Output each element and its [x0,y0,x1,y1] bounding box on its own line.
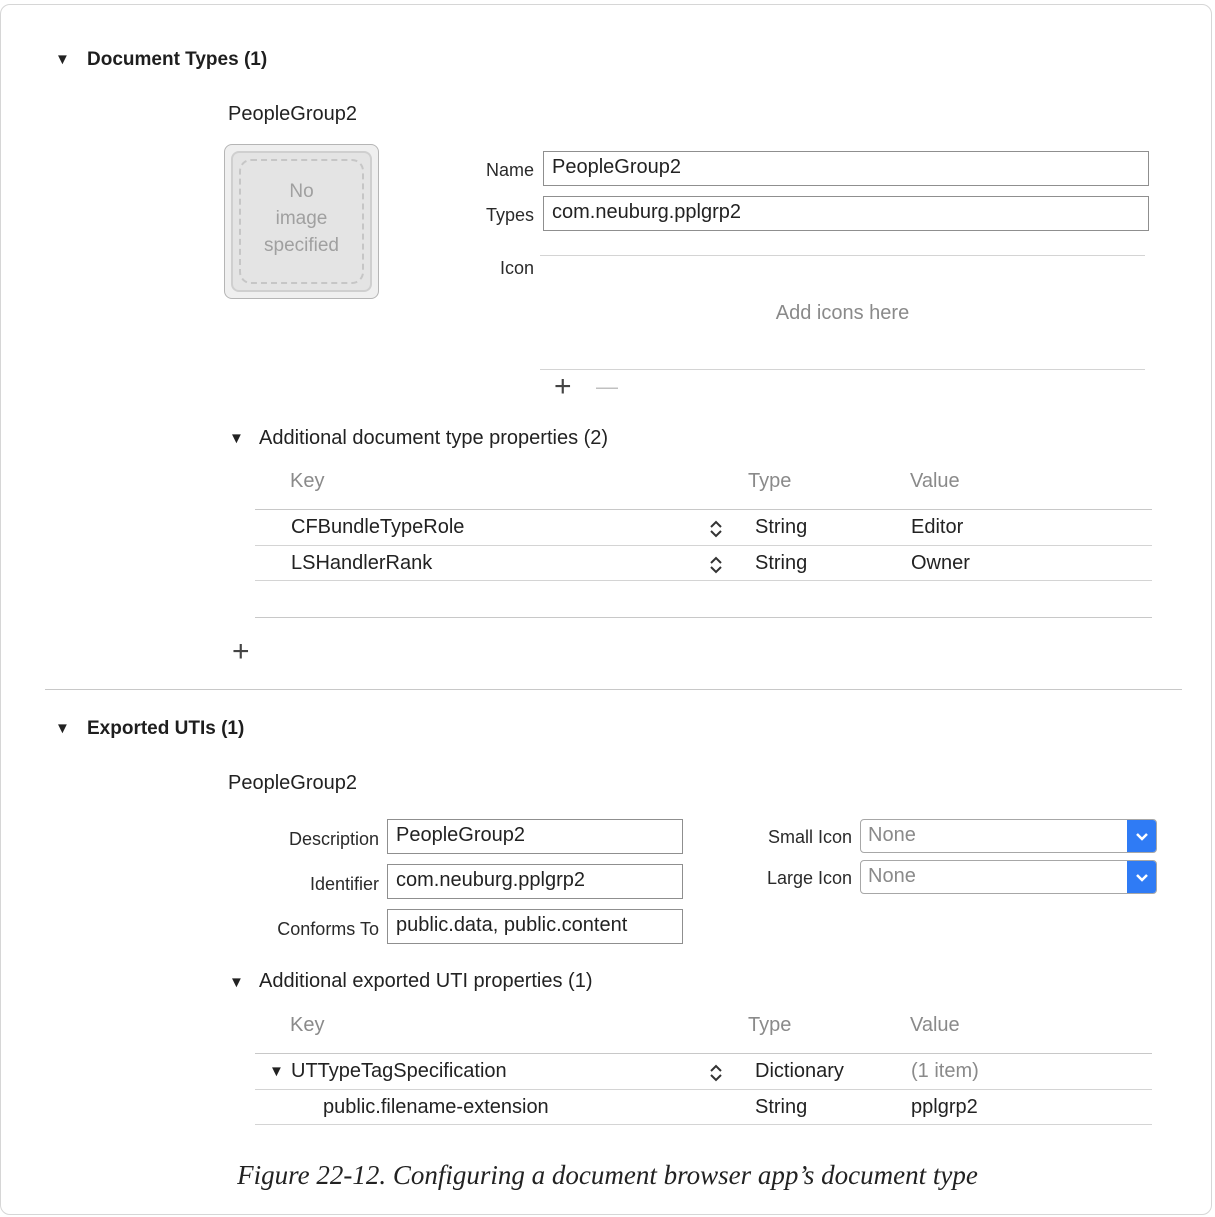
chevron-down-icon[interactable] [1127,861,1156,893]
add-icon-button[interactable]: + [554,370,572,404]
icon-area-top-divider [540,255,1145,256]
table-row[interactable]: public.filename-extension String pplgrp2 [255,1090,1152,1124]
value-column-header[interactable]: Value [910,470,960,493]
large-icon-selected-value: None [868,865,916,887]
name-field[interactable]: PeopleGroup2 [543,151,1149,186]
row-value: pplgrp2 [911,1096,978,1118]
additional-uti-properties-header[interactable]: Additional exported UTI properties (1) [259,970,593,993]
disclosure-triangle-icon[interactable]: ▼ [229,430,244,447]
identifier-field[interactable]: com.neuburg.pplgrp2 [387,864,683,899]
key-column-header[interactable]: Key [290,470,324,493]
key-column-header[interactable]: Key [290,1014,324,1037]
row-type: String [755,1096,808,1118]
row-value: (1 item) [911,1060,979,1082]
icon-label: Icon [499,258,534,278]
no-image-placeholder: No image specified [225,178,378,259]
row-key: public.filename-extension [323,1096,549,1118]
table-row[interactable]: LSHandlerRank String Owner [255,546,1152,580]
type-column-header[interactable]: Type [748,470,791,493]
row-key: CFBundleTypeRole [291,516,465,538]
remove-icon-button[interactable]: — [596,374,618,400]
section-separator [45,689,1182,690]
disclosure-triangle-icon[interactable]: ▼ [55,51,70,68]
table-row[interactable]: ▼ UTTypeTagSpecification Dictionary (1 i… [255,1054,1152,1089]
identifier-label: Identifier [309,874,379,894]
small-icon-selected-value: None [868,824,916,846]
exported-uti-title: PeopleGroup2 [228,772,357,794]
name-label: Name [485,160,534,180]
description-field[interactable]: PeopleGroup2 [387,819,683,854]
row-type: String [755,552,808,574]
large-icon-select[interactable]: None [860,860,1157,894]
figure-caption: Figure 22-12. Configuring a document bro… [237,1160,978,1190]
row-type: String [755,516,808,538]
types-label: Types [485,205,534,225]
row-divider [255,580,1152,581]
additional-doc-properties-header[interactable]: Additional document type properties (2) [259,427,608,450]
placeholder-line: No [289,181,314,202]
type-stepper-icon[interactable] [709,553,723,577]
description-label: Description [288,829,379,849]
chevron-down-icon[interactable] [1127,820,1156,852]
disclosure-triangle-icon[interactable]: ▼ [55,720,70,737]
type-stepper-icon[interactable] [709,517,723,541]
row-key: LSHandlerRank [291,552,433,574]
disclosure-triangle-icon[interactable]: ▼ [229,974,244,991]
row-key: UTTypeTagSpecification [291,1060,507,1082]
icon-area-bottom-divider [540,369,1145,370]
row-value: Owner [911,552,970,574]
placeholder-line: specified [264,235,339,256]
row-value: Editor [911,516,964,538]
large-icon-label: Large Icon [766,868,852,888]
row-divider [255,1124,1152,1125]
document-type-title: PeopleGroup2 [228,103,357,125]
small-icon-select[interactable]: None [860,819,1157,853]
type-stepper-icon[interactable] [709,1061,723,1085]
placeholder-line: image [275,208,328,229]
value-column-header[interactable]: Value [910,1014,960,1037]
table-row[interactable]: CFBundleTypeRole String Editor [255,510,1152,545]
disclosure-triangle-icon[interactable]: ▼ [269,1063,284,1080]
type-column-header[interactable]: Type [748,1014,791,1037]
conforms-to-label: Conforms To [277,919,379,939]
image-well[interactable]: No image specified [224,144,379,299]
document-types-header[interactable]: Document Types (1) [87,49,267,71]
types-field[interactable]: com.neuburg.pplgrp2 [543,196,1149,231]
add-document-type-button[interactable]: + [232,635,250,669]
icon-drop-area[interactable]: Add icons here [540,302,1145,325]
conforms-to-field[interactable]: public.data, public.content [387,909,683,944]
row-type: Dictionary [755,1060,844,1082]
exported-utis-header[interactable]: Exported UTIs (1) [87,718,244,740]
table-bottom-divider [255,617,1152,618]
small-icon-label: Small Icon [767,827,852,847]
